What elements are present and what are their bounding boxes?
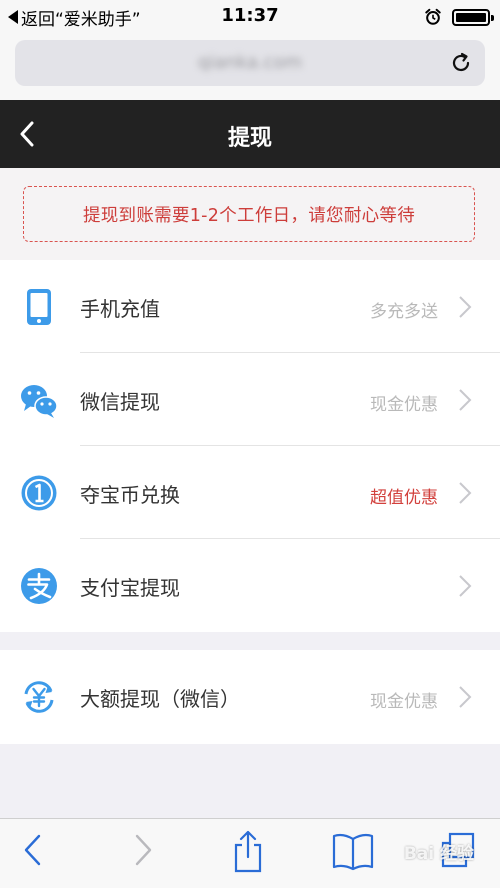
menu-item-note: 现金优惠 [370, 395, 438, 415]
url-text: qianka.com [197, 52, 303, 73]
coin-icon [21, 475, 57, 511]
menu-item-label: 微信提现 [80, 390, 160, 414]
menu-item-wechat-withdraw[interactable]: 微信提现 现金优惠 [0, 353, 500, 446]
menu-item-alipay-withdraw[interactable]: 支付宝提现 [0, 539, 500, 632]
menu-item-label: 支付宝提现 [80, 576, 180, 600]
share-icon[interactable] [230, 829, 266, 873]
chevron-right-icon [459, 686, 472, 708]
browser-back-icon[interactable] [22, 833, 44, 867]
browser-bar: qianka.com [0, 34, 500, 100]
notice-banner: 提现到账需要1-2个工作日，请您耐心等待 [23, 186, 475, 242]
withdraw-options-list: 手机充值 多充多送 微信提现 现金优惠 夺宝币兑换 超值优惠 支付宝提现 [0, 260, 500, 632]
menu-item-large-wechat-withdraw[interactable]: 大额提现（微信） 现金优惠 [0, 650, 500, 743]
phone-icon [27, 289, 51, 325]
bookmarks-icon[interactable] [331, 831, 375, 871]
chevron-right-icon [459, 575, 472, 597]
chevron-right-icon [459, 389, 472, 411]
reload-icon[interactable] [449, 51, 473, 75]
yuan-exchange-icon [24, 681, 54, 713]
alipay-icon [21, 568, 57, 604]
url-field[interactable]: qianka.com [15, 40, 485, 86]
battery-icon [452, 8, 494, 26]
menu-item-label: 大额提现（微信） [80, 687, 240, 711]
wechat-icon [21, 385, 58, 418]
watermark: Bai 经验 [403, 844, 474, 864]
nav-bar: 提现 [0, 100, 500, 168]
menu-item-coin-exchange[interactable]: 夺宝币兑换 超值优惠 [0, 446, 500, 539]
status-bar: 返回“爱米助手” 11:37 [0, 0, 500, 34]
notice-area: 提现到账需要1-2个工作日，请您耐心等待 [0, 168, 500, 260]
menu-item-label: 夺宝币兑换 [80, 483, 180, 507]
menu-item-phone-recharge[interactable]: 手机充值 多充多送 [0, 260, 500, 353]
alarm-clock-icon [425, 8, 441, 25]
chevron-right-icon [459, 296, 472, 318]
menu-item-label: 手机充值 [80, 297, 160, 321]
menu-item-note-highlight: 超值优惠 [370, 488, 438, 508]
chevron-right-icon [459, 482, 472, 504]
menu-item-note: 多充多送 [370, 302, 438, 322]
menu-item-note: 现金优惠 [370, 692, 438, 712]
page-title: 提现 [227, 126, 272, 151]
browser-toolbar: Bai 经验 [0, 818, 500, 888]
large-withdraw-list: 大额提现（微信） 现金优惠 [0, 650, 500, 744]
browser-forward-icon[interactable] [132, 833, 154, 867]
